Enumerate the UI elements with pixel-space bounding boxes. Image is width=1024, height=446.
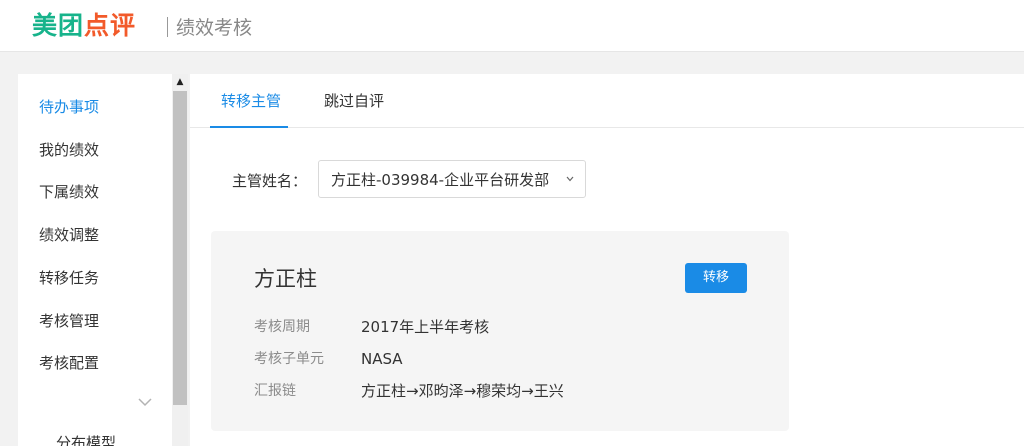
assessment-subunit-label: 考核子单元 (254, 351, 324, 367)
manager-select-value: 方正柱-039984-企业平台研发部 (331, 171, 550, 189)
active-tab-indicator (210, 126, 288, 128)
reporting-chain-value: 方正柱→邓昀泽→穆荣均→王兴 (361, 382, 564, 400)
assessment-period-value: 2017年上半年考核 (361, 318, 490, 336)
sidebar: 待办事项 我的绩效 下属绩效 绩效调整 转移任务 考核管理 考核配置 分布模型 … (18, 74, 188, 446)
tab-skip-self-review[interactable]: 跳过自评 (324, 90, 384, 127)
brand-logo[interactable]: 美团点评 (32, 9, 136, 43)
manager-name-label: 主管姓名： (232, 172, 308, 190)
sidebar-item-assessment-config[interactable]: 考核配置 (18, 342, 170, 384)
brand-logo-text-dianping: 点评 (84, 11, 137, 40)
sidebar-item-my-performance[interactable]: 我的绩效 (18, 129, 170, 171)
manager-card: 方正柱 转移 考核周期 2017年上半年考核 考核子单元 NASA 汇报链 方正… (211, 231, 789, 431)
main-panel: 转移主管 跳过自评 主管姓名： 方正柱-039984-企业平台研发部 方正柱 转… (190, 74, 1024, 446)
chevron-down-icon (566, 176, 574, 182)
sidebar-scrollbar[interactable]: ▲ (172, 74, 188, 446)
sidebar-item-distribution-model[interactable]: 分布模型 (56, 431, 116, 446)
assessment-subunit-value: NASA (361, 350, 403, 368)
manager-select[interactable]: 方正柱-039984-企业平台研发部 (318, 160, 586, 198)
sidebar-item-performance-adjustment[interactable]: 绩效调整 (18, 214, 170, 256)
brand-logo-text-meituan: 美团 (32, 11, 85, 40)
sidebar-item-todo[interactable]: 待办事项 (18, 86, 170, 128)
top-header: 美团点评 绩效考核 (0, 0, 1024, 52)
chevron-down-icon[interactable] (137, 396, 153, 408)
reporting-chain-label: 汇报链 (254, 383, 296, 399)
scroll-up-arrow-icon[interactable]: ▲ (172, 74, 188, 90)
tab-transfer-manager[interactable]: 转移主管 (221, 90, 281, 127)
scrollbar-thumb[interactable] (173, 91, 187, 405)
title-divider (167, 17, 168, 37)
tab-bar: 转移主管 跳过自评 (190, 74, 1024, 128)
manager-name: 方正柱 (254, 267, 317, 291)
sidebar-item-transfer-tasks[interactable]: 转移任务 (18, 257, 170, 299)
app-title: 绩效考核 (176, 17, 253, 39)
transfer-button[interactable]: 转移 (685, 263, 747, 293)
sidebar-item-assessment-management[interactable]: 考核管理 (18, 300, 170, 342)
assessment-period-label: 考核周期 (254, 319, 310, 335)
sidebar-item-subordinate-performance[interactable]: 下属绩效 (18, 171, 170, 213)
